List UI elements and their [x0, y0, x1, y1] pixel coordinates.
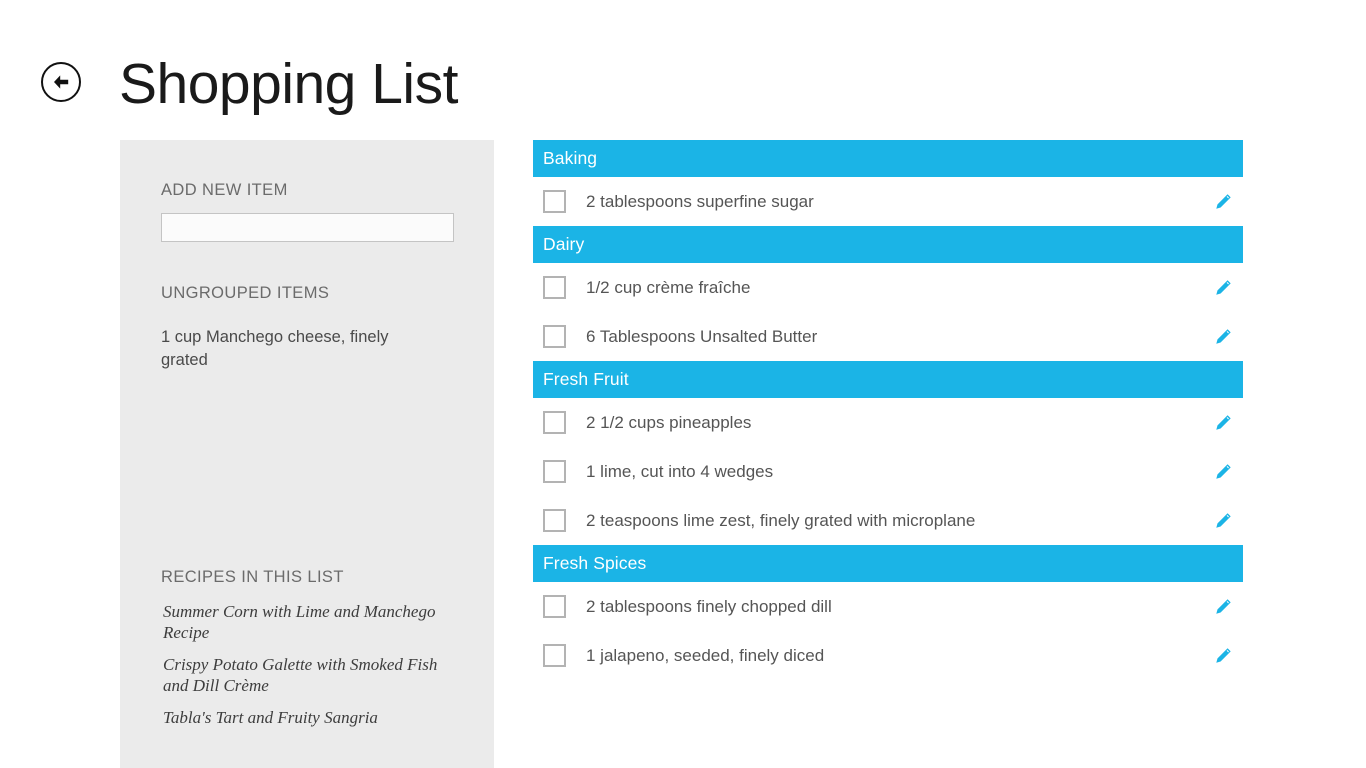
item-label: 2 teaspoons lime zest, finely grated wit… [586, 510, 975, 532]
group-header-label: Fresh Fruit [543, 369, 629, 390]
add-new-item-input[interactable] [161, 213, 454, 242]
edit-pencil-icon[interactable] [1213, 462, 1233, 482]
item-label: 1/2 cup crème fraîche [586, 277, 750, 299]
group-header-label: Fresh Spices [543, 553, 646, 574]
item-checkbox[interactable] [543, 595, 566, 618]
recipes-in-this-list-label: RECIPES IN THIS LIST [161, 568, 344, 587]
sidebar: ADD NEW ITEM UNGROUPED ITEMS 1 cup Manch… [120, 140, 494, 768]
edit-pencil-icon[interactable] [1213, 278, 1233, 298]
item-checkbox[interactable] [543, 276, 566, 299]
group-header-label: Baking [543, 148, 597, 169]
page-title: Shopping List [119, 48, 458, 120]
item-label: 6 Tablespoons Unsalted Butter [586, 326, 817, 348]
shopping-items-panel: Baking2 tablespoons superfine sugarDairy… [533, 140, 1243, 768]
item-group: Baking 2 tablespoons superfine sugar [533, 140, 1243, 226]
recipe-link[interactable]: Tabla's Tart and Fruity Sangria [163, 708, 453, 729]
item-label: 2 tablespoons superfine sugar [586, 191, 814, 213]
edit-pencil-icon[interactable] [1213, 597, 1233, 617]
edit-pencil-icon[interactable] [1213, 646, 1233, 666]
item-group: Fresh Spices 2 tablespoons finely chopped… [533, 545, 1243, 680]
item-group: Fresh Fruit 2 1/2 cups pineapples 1 lime, … [533, 361, 1243, 545]
ungrouped-item[interactable]: 1 cup Manchego cheese, finely grated [161, 326, 413, 372]
item-label: 2 tablespoons finely chopped dill [586, 596, 832, 618]
back-button[interactable] [41, 62, 81, 102]
ungrouped-items-list: 1 cup Manchego cheese, finely grated [161, 326, 413, 380]
item-checkbox[interactable] [543, 644, 566, 667]
item-label: 1 jalapeno, seeded, finely diced [586, 645, 824, 667]
edit-pencil-icon[interactable] [1213, 511, 1233, 531]
edit-pencil-icon[interactable] [1213, 192, 1233, 212]
group-header: Fresh Fruit [533, 361, 1243, 398]
recipe-link[interactable]: Summer Corn with Lime and Manchego Recip… [163, 602, 453, 643]
group-header: Dairy [533, 226, 1243, 263]
shopping-item-row[interactable]: 2 teaspoons lime zest, finely grated wit… [533, 496, 1243, 545]
back-arrow-icon [50, 71, 72, 93]
shopping-item-row[interactable]: 6 Tablespoons Unsalted Butter [533, 312, 1243, 361]
item-label: 1 lime, cut into 4 wedges [586, 461, 773, 483]
shopping-item-row[interactable]: 1/2 cup crème fraîche [533, 263, 1243, 312]
recipe-link[interactable]: Crispy Potato Galette with Smoked Fish a… [163, 655, 453, 696]
item-checkbox[interactable] [543, 411, 566, 434]
shopping-list-page: Shopping List ADD NEW ITEM UNGROUPED ITE… [0, 0, 1366, 768]
shopping-item-row[interactable]: 2 tablespoons superfine sugar [533, 177, 1243, 226]
group-header: Baking [533, 140, 1243, 177]
page-header: Shopping List [0, 0, 1366, 140]
item-group: Dairy 1/2 cup crème fraîche 6 Tablespoons … [533, 226, 1243, 361]
add-new-item-label: ADD NEW ITEM [161, 181, 288, 200]
group-header: Fresh Spices [533, 545, 1243, 582]
item-checkbox[interactable] [543, 460, 566, 483]
shopping-item-row[interactable]: 2 tablespoons finely chopped dill [533, 582, 1243, 631]
shopping-item-row[interactable]: 1 lime, cut into 4 wedges [533, 447, 1243, 496]
group-header-label: Dairy [543, 234, 584, 255]
edit-pencil-icon[interactable] [1213, 327, 1233, 347]
edit-pencil-icon[interactable] [1213, 413, 1233, 433]
item-checkbox[interactable] [543, 190, 566, 213]
ungrouped-items-label: UNGROUPED ITEMS [161, 284, 329, 303]
shopping-item-row[interactable]: 2 1/2 cups pineapples [533, 398, 1243, 447]
item-checkbox[interactable] [543, 325, 566, 348]
recipes-list: Summer Corn with Lime and Manchego Recip… [163, 602, 453, 741]
item-checkbox[interactable] [543, 509, 566, 532]
shopping-item-row[interactable]: 1 jalapeno, seeded, finely diced [533, 631, 1243, 680]
item-label: 2 1/2 cups pineapples [586, 412, 751, 434]
